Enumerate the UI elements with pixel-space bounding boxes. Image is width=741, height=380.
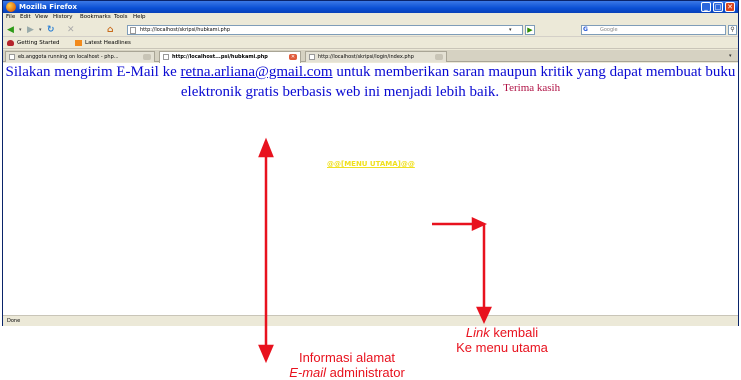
tab-label: http://localhost/skripsi/login/index.php bbox=[318, 54, 414, 60]
annotation-italic: E-mail bbox=[289, 365, 327, 380]
forward-dropdown-icon[interactable]: ▾ bbox=[39, 25, 42, 35]
url-bar[interactable]: http://localhost/skripsi/hubkami.php ▾ bbox=[127, 25, 523, 35]
tab-label: http://localhost...psi/hubkami.php bbox=[172, 54, 268, 60]
bookmark-label: Latest Headlines bbox=[85, 40, 131, 46]
menu-view[interactable]: View bbox=[35, 14, 48, 20]
menu-tools[interactable]: Tools bbox=[114, 14, 128, 20]
rss-icon bbox=[75, 39, 82, 46]
status-text: Done bbox=[7, 318, 21, 324]
annotation-text: Ke menu utama bbox=[456, 340, 548, 355]
tab-label: eb.anggota running on localhost - php... bbox=[18, 54, 119, 60]
go-arrow-icon[interactable]: ▶ bbox=[525, 25, 535, 35]
tab-close-icon[interactable]: ✕ bbox=[289, 54, 297, 60]
bookmark-label: Getting Started bbox=[17, 40, 60, 46]
page-icon bbox=[309, 54, 315, 60]
search-placeholder: Google bbox=[600, 27, 618, 33]
firefox-bookmark-icon bbox=[7, 39, 14, 46]
forward-arrow-icon[interactable]: ▶ bbox=[27, 25, 34, 35]
email-arrow-head-down bbox=[258, 344, 274, 364]
home-icon[interactable]: ⌂ bbox=[107, 25, 113, 35]
tab-close-icon[interactable] bbox=[435, 54, 443, 60]
bookmarks-toolbar: Getting Started Latest Headlines bbox=[3, 38, 738, 49]
menu-file[interactable]: File bbox=[6, 14, 15, 20]
close-button[interactable]: ✕ bbox=[725, 2, 735, 12]
page-icon bbox=[130, 27, 136, 34]
url-dropdown-icon[interactable]: ▾ bbox=[509, 27, 512, 33]
browser-window: Mozilla Firefox _ □ ✕ File Edit View His… bbox=[2, 0, 739, 326]
minimize-button[interactable]: _ bbox=[701, 2, 711, 12]
maximize-button[interactable]: □ bbox=[713, 2, 723, 12]
reload-icon[interactable]: ↻ bbox=[47, 25, 55, 35]
bookmark-latest-headlines[interactable]: Latest Headlines bbox=[75, 39, 131, 48]
annotation-italic: Link bbox=[465, 325, 490, 340]
back-dropdown-icon[interactable]: ▾ bbox=[19, 25, 22, 35]
firefox-icon bbox=[6, 2, 16, 12]
tab-login[interactable]: http://localhost/skripsi/login/index.php bbox=[305, 51, 447, 62]
url-text: http://localhost/skripsi/hubkami.php bbox=[140, 27, 230, 33]
menu-edit[interactable]: Edit bbox=[20, 14, 31, 20]
tab-eb-anggota[interactable]: eb.anggota running on localhost - php... bbox=[5, 51, 155, 62]
tab-list-dropdown-icon[interactable]: ▾ bbox=[729, 53, 732, 59]
search-engine-icon[interactable]: G bbox=[583, 26, 595, 34]
title-bar: Mozilla Firefox _ □ ✕ bbox=[3, 1, 738, 13]
search-box[interactable]: G Google bbox=[581, 25, 726, 35]
page-icon bbox=[9, 54, 15, 60]
tab-bar: eb.anggota running on localhost - php...… bbox=[3, 50, 738, 63]
main-menu-link[interactable]: @@[MENU UTAMA]@@ bbox=[327, 160, 415, 168]
menu-help[interactable]: Help bbox=[133, 14, 146, 20]
menu-history[interactable]: History bbox=[53, 14, 73, 20]
search-icon[interactable]: ⚲ bbox=[728, 25, 737, 35]
back-arrow-icon[interactable]: ◀ bbox=[7, 25, 14, 35]
message-text: Silakan mengirim E-Mail ke bbox=[5, 64, 181, 80]
annotation-text: kembali bbox=[489, 325, 539, 340]
status-bar: Done bbox=[3, 315, 738, 326]
email-link[interactable]: retna.arliana@gmail.com bbox=[181, 64, 333, 80]
page-icon bbox=[163, 54, 169, 60]
thanks-text: Terima kasih bbox=[503, 82, 561, 94]
stop-icon[interactable]: ✕ bbox=[67, 25, 75, 35]
link-back-annotation: Link kembali Ke menu utama bbox=[446, 325, 558, 355]
menu-bookmarks[interactable]: Bookmarks bbox=[80, 14, 111, 20]
bookmark-getting-started[interactable]: Getting Started bbox=[7, 39, 60, 48]
tab-hubkami[interactable]: http://localhost...psi/hubkami.php ✕ bbox=[159, 51, 301, 63]
annotation-text: Informasi alamat bbox=[298, 350, 396, 365]
navigation-toolbar: ◀ ▾ ▶ ▾ ↻ ✕ ⌂ http://localhost/skripsi/h… bbox=[3, 23, 738, 37]
window-title: Mozilla Firefox bbox=[19, 3, 77, 11]
annotation-text: administrator bbox=[326, 365, 405, 380]
email-info-annotation: Informasi alamat E-mail administrator bbox=[272, 350, 422, 380]
menu-bar: File Edit View History Bookmarks Tools H… bbox=[3, 13, 738, 23]
contact-message: Silakan mengirim E-Mail ke retna.arliana… bbox=[3, 63, 738, 102]
tab-close-icon[interactable] bbox=[143, 54, 151, 60]
